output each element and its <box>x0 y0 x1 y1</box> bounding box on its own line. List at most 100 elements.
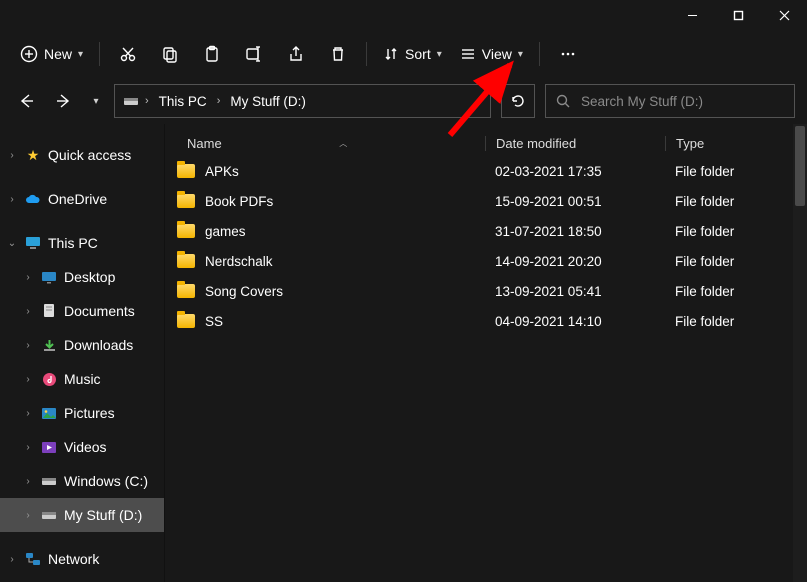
share-button[interactable] <box>276 36 316 72</box>
file-date: 04-09-2021 14:10 <box>485 314 665 329</box>
chevron-right-icon: › <box>22 340 34 351</box>
tree-item-pictures[interactable]: › Pictures <box>0 396 164 430</box>
sort-ascending-icon: ︿ <box>339 138 347 149</box>
column-header-type[interactable]: Type <box>665 136 805 151</box>
file-date: 31-07-2021 18:50 <box>485 224 665 239</box>
maximize-button[interactable] <box>715 0 761 30</box>
file-type: File folder <box>665 314 805 329</box>
close-button[interactable] <box>761 0 807 30</box>
delete-button[interactable] <box>318 36 358 72</box>
videos-icon <box>40 438 58 456</box>
recent-locations-button[interactable]: ▾ <box>88 85 104 117</box>
plus-icon <box>20 45 38 63</box>
file-name: Song Covers <box>205 284 283 299</box>
tree-item-quick-access[interactable]: › ★ Quick access <box>0 138 164 172</box>
separator <box>539 42 540 66</box>
tree-item-documents[interactable]: › Documents <box>0 294 164 328</box>
navigation-tree: › ★ Quick access › OneDrive ⌄ This PC › … <box>0 124 165 582</box>
navigation-bar: ▾ › This PC › My Stuff (D:) ⌄ Search My … <box>0 78 807 124</box>
clipboard-icon <box>203 45 221 63</box>
tree-item-music[interactable]: › Music <box>0 362 164 396</box>
title-bar <box>0 0 807 30</box>
chevron-right-icon: › <box>215 95 223 107</box>
chevron-down-icon: ⌄ <box>6 238 18 249</box>
back-button[interactable] <box>12 85 40 117</box>
chevron-right-icon: › <box>22 476 34 487</box>
table-row[interactable]: Song Covers13-09-2021 05:41File folder <box>165 276 807 306</box>
documents-icon <box>40 302 58 320</box>
copy-button[interactable] <box>150 36 190 72</box>
star-icon: ★ <box>24 146 42 164</box>
file-date: 02-03-2021 17:35 <box>485 164 665 179</box>
new-button[interactable]: New ▾ <box>12 36 91 72</box>
drive-icon <box>40 472 58 490</box>
breadcrumb-item[interactable]: This PC <box>155 92 211 111</box>
table-row[interactable]: games 31-07-2021 18:50File folder <box>165 216 807 246</box>
breadcrumb-item[interactable]: My Stuff (D:) <box>226 92 310 111</box>
more-button[interactable] <box>548 36 588 72</box>
tree-item-drive-d[interactable]: › My Stuff (D:) <box>0 498 164 532</box>
tree-item-desktop[interactable]: › Desktop <box>0 260 164 294</box>
chevron-right-icon: › <box>6 554 18 565</box>
tree-item-network[interactable]: › Network <box>0 542 164 576</box>
file-name: games <box>205 224 246 239</box>
sort-button[interactable]: Sort ▾ <box>375 36 450 72</box>
tree-item-drive-c[interactable]: › Windows (C:) <box>0 464 164 498</box>
folder-icon <box>177 194 195 208</box>
file-type: File folder <box>665 164 805 179</box>
vertical-scrollbar[interactable] <box>793 124 807 582</box>
sort-icon <box>383 46 399 62</box>
sort-label: Sort <box>405 46 431 62</box>
file-name: SS <box>205 314 223 329</box>
table-row[interactable]: SS 04-09-2021 14:10File folder <box>165 306 807 336</box>
chevron-down-icon: ▾ <box>437 49 442 60</box>
file-type: File folder <box>665 254 805 269</box>
ellipsis-icon <box>559 45 577 63</box>
file-type: File folder <box>665 224 805 239</box>
desktop-icon <box>40 268 58 286</box>
tree-item-downloads[interactable]: › Downloads <box>0 328 164 362</box>
cut-button[interactable] <box>108 36 148 72</box>
column-headers: Name ︿ Date modified Type <box>165 124 807 156</box>
share-icon <box>287 45 305 63</box>
paste-button[interactable] <box>192 36 232 72</box>
chevron-right-icon: › <box>22 374 34 385</box>
tree-item-videos[interactable]: › Videos <box>0 430 164 464</box>
chevron-right-icon: › <box>22 306 34 317</box>
search-icon <box>556 94 571 109</box>
chevron-down-icon: ▾ <box>93 96 98 107</box>
folder-icon <box>177 284 195 298</box>
chevron-down-icon[interactable]: ⌄ <box>474 96 482 107</box>
toolbar: New ▾ Sort ▾ View ▾ <box>0 30 807 78</box>
table-row[interactable]: Nerdschalk14-09-2021 20:20File folder <box>165 246 807 276</box>
tree-item-onedrive[interactable]: › OneDrive <box>0 182 164 216</box>
rename-button[interactable] <box>234 36 274 72</box>
view-icon <box>460 46 476 62</box>
chevron-right-icon: › <box>22 510 34 521</box>
chevron-right-icon: › <box>6 150 18 161</box>
scrollbar-thumb[interactable] <box>795 126 805 206</box>
search-box[interactable]: Search My Stuff (D:) <box>545 84 795 118</box>
file-type: File folder <box>665 194 805 209</box>
folder-icon <box>177 254 195 268</box>
column-header-date[interactable]: Date modified <box>485 136 665 151</box>
tree-item-this-pc[interactable]: ⌄ This PC <box>0 226 164 260</box>
refresh-button[interactable] <box>501 84 535 118</box>
forward-button[interactable] <box>50 85 78 117</box>
file-name: APKs <box>205 164 239 179</box>
minimize-button[interactable] <box>669 0 715 30</box>
main-area: › ★ Quick access › OneDrive ⌄ This PC › … <box>0 124 807 582</box>
column-header-name[interactable]: Name ︿ <box>165 136 485 151</box>
table-row[interactable]: APKs 02-03-2021 17:35File folder <box>165 156 807 186</box>
chevron-right-icon: › <box>22 408 34 419</box>
view-button[interactable]: View ▾ <box>452 36 531 72</box>
table-row[interactable]: Book PDFs15-09-2021 00:51File folder <box>165 186 807 216</box>
folder-icon <box>177 164 195 178</box>
file-date: 14-09-2021 20:20 <box>485 254 665 269</box>
trash-icon <box>329 45 347 63</box>
scissors-icon <box>119 45 137 63</box>
drive-icon <box>40 506 58 524</box>
chevron-right-icon: › <box>22 272 34 283</box>
address-bar[interactable]: › This PC › My Stuff (D:) ⌄ <box>114 84 491 118</box>
separator <box>366 42 367 66</box>
